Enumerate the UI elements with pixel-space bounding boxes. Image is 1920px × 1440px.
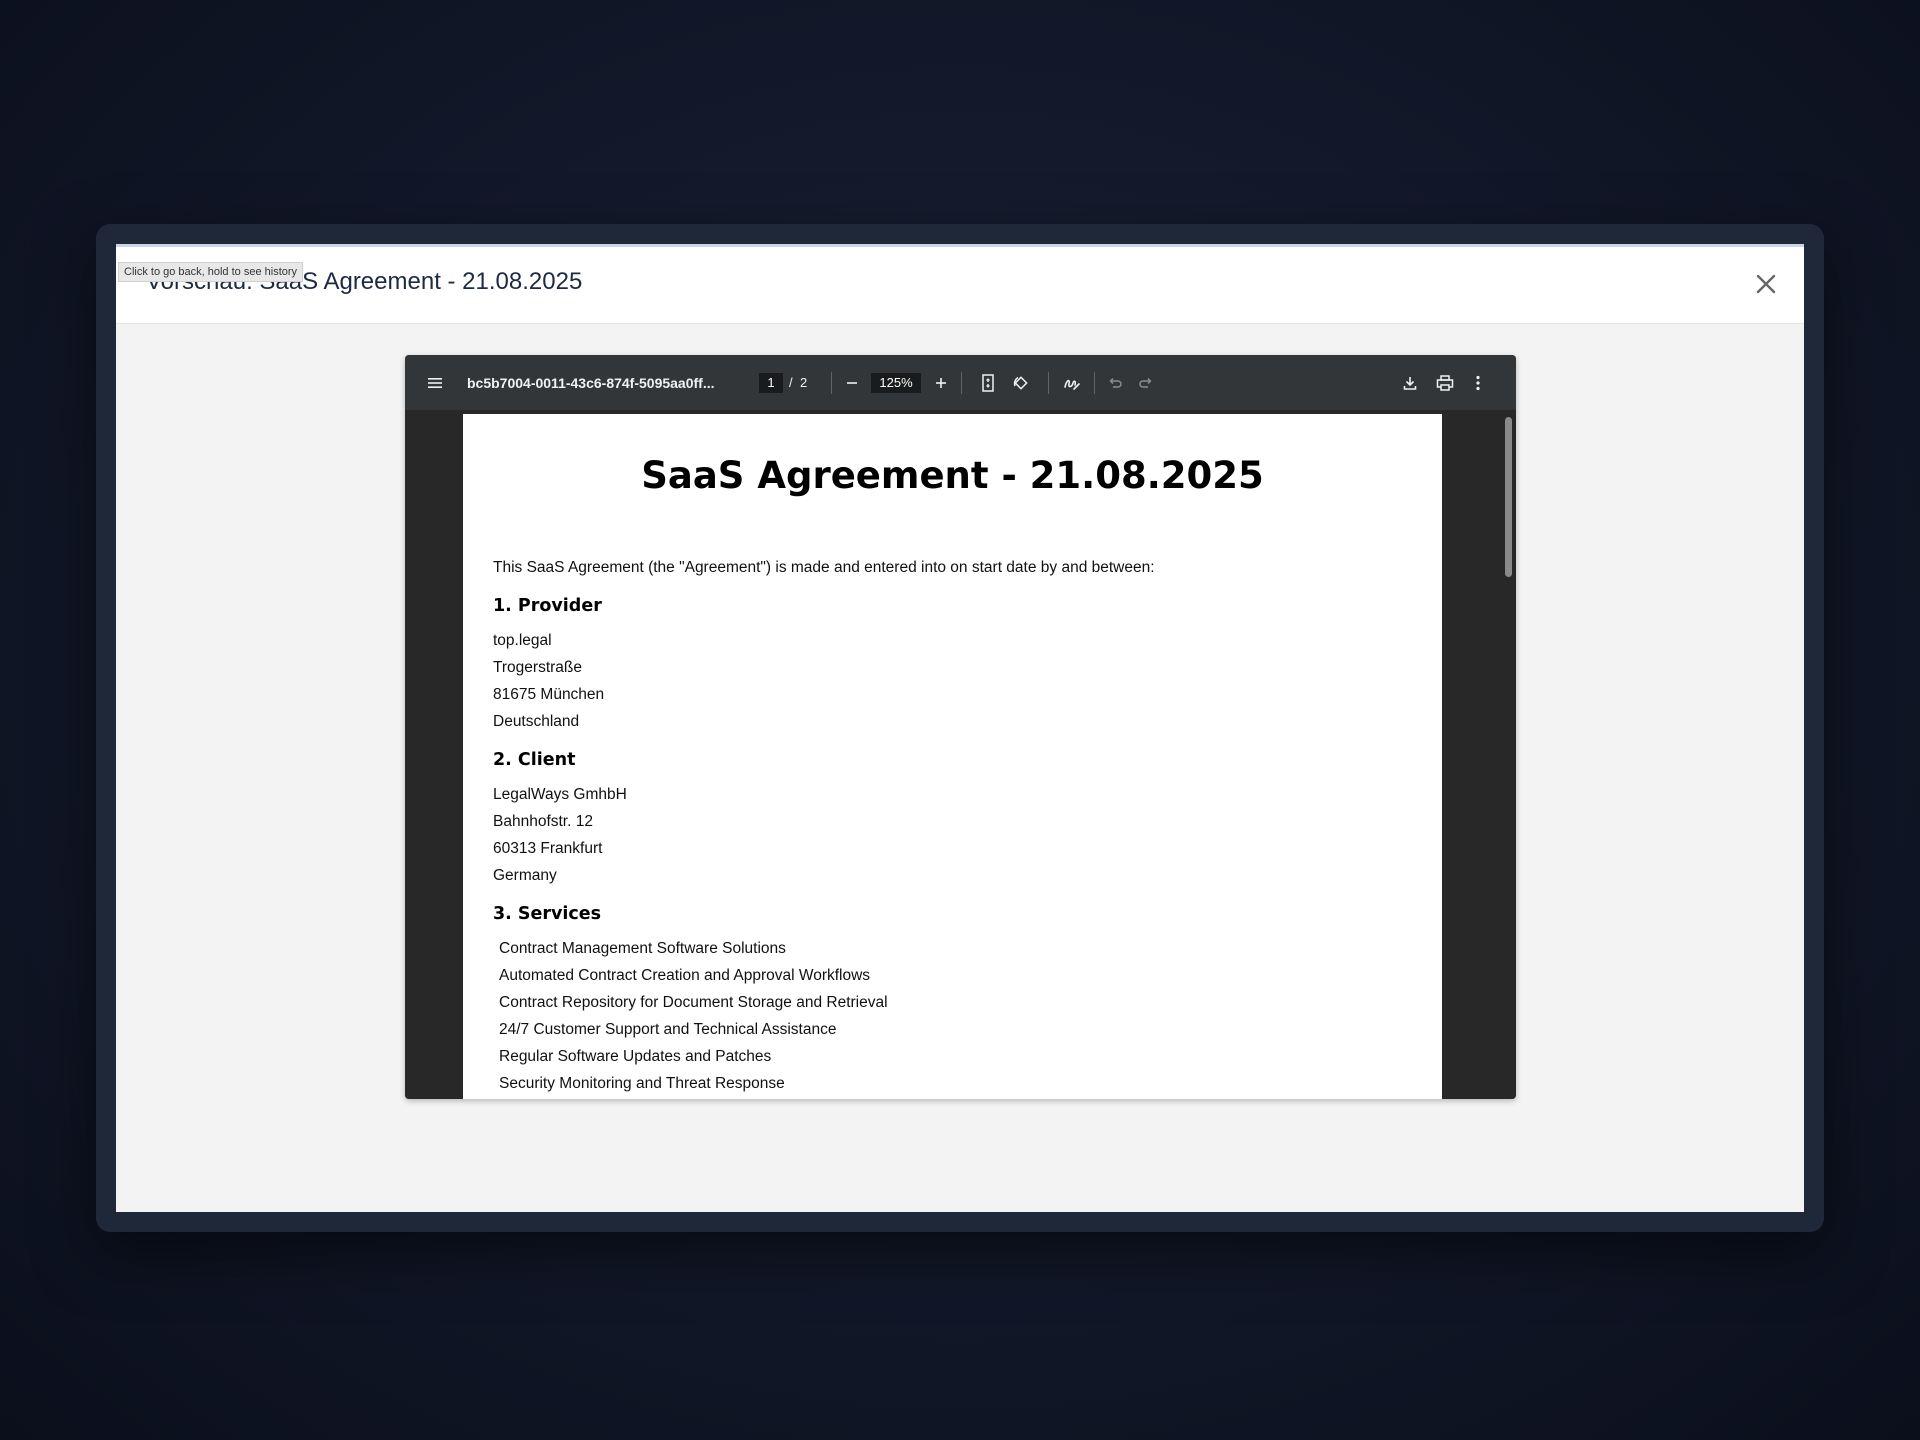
rotate-button[interactable] xyxy=(1012,355,1030,410)
rotate-icon xyxy=(1013,375,1028,390)
toolbar-divider xyxy=(831,372,832,394)
more-options-button[interactable] xyxy=(1476,355,1480,410)
page-number-input[interactable]: 1 xyxy=(759,372,783,393)
service-item: Contract Repository for Document Storage… xyxy=(499,994,888,1011)
modal-header: Vorschau: SaaS Agreement - 21.08.2025 Cl… xyxy=(116,244,1804,324)
client-line: 60313 Frankfurt xyxy=(493,840,603,857)
toolbar-divider xyxy=(1048,372,1049,394)
zoom-level-input[interactable]: 125% xyxy=(871,372,921,393)
provider-line: top.legal xyxy=(493,632,552,649)
undo-icon xyxy=(1109,377,1122,388)
client-line: Bahnhofstr. 12 xyxy=(493,813,593,830)
service-item: Security Monitoring and Threat Response xyxy=(499,1075,785,1092)
redo-icon xyxy=(1139,377,1152,388)
total-pages: 2 xyxy=(800,375,808,390)
service-item: Automated Contract Creation and Approval… xyxy=(499,967,871,984)
zoom-in-button[interactable] xyxy=(934,355,948,410)
menu-button[interactable] xyxy=(427,355,443,410)
pdf-toolbar: bc5b7004-0011-43c6-874f-5095aa0ff... 1 /… xyxy=(405,355,1516,410)
modal-top-border xyxy=(116,244,1804,247)
redo-button[interactable] xyxy=(1139,355,1153,410)
pdf-document-area[interactable]: SaaS Agreement - 21.08.2025 This SaaS Ag… xyxy=(405,410,1516,1099)
fit-page-button[interactable] xyxy=(981,355,995,410)
provider-line: Deutschland xyxy=(493,713,580,730)
plus-icon xyxy=(936,377,946,388)
service-item: Regular Software Updates and Patches xyxy=(499,1048,772,1065)
draw-icon xyxy=(1064,379,1080,390)
close-icon xyxy=(1756,274,1776,294)
provider-line: Trogerstraße xyxy=(493,659,583,676)
print-button[interactable] xyxy=(1436,355,1454,410)
intro-paragraph: This SaaS Agreement (the "Agreement") is… xyxy=(493,559,1155,576)
minus-icon xyxy=(847,381,857,384)
service-item: 24/7 Customer Support and Technical Assi… xyxy=(499,1021,837,1038)
provider-line: 81675 München xyxy=(493,686,605,703)
annotate-button[interactable] xyxy=(1063,355,1081,410)
zoom-out-button[interactable] xyxy=(845,355,859,410)
document-title: SaaS Agreement - 21.08.2025 xyxy=(641,454,1264,497)
services-heading: 3. Services xyxy=(493,904,602,924)
client-line: LegalWays GmhbH xyxy=(493,786,627,803)
download-icon xyxy=(1403,376,1417,390)
back-button-tooltip: Click to go back, hold to see history xyxy=(118,262,304,282)
more-vert-icon xyxy=(1476,375,1480,390)
pdf-page: SaaS Agreement - 21.08.2025 This SaaS Ag… xyxy=(463,414,1442,1099)
download-button[interactable] xyxy=(1402,355,1418,410)
print-icon xyxy=(1436,374,1454,391)
toolbar-divider xyxy=(1094,372,1095,394)
fit-page-icon xyxy=(982,373,994,392)
close-button[interactable] xyxy=(1752,270,1780,298)
preview-modal: Vorschau: SaaS Agreement - 21.08.2025 Cl… xyxy=(116,244,1804,1212)
pdf-scrollbar-thumb[interactable] xyxy=(1505,417,1512,577)
undo-button[interactable] xyxy=(1108,355,1122,410)
provider-heading: 1. Provider xyxy=(493,596,602,616)
toolbar-divider xyxy=(961,372,962,394)
menu-icon xyxy=(428,377,442,388)
pdf-filename: bc5b7004-0011-43c6-874f-5095aa0ff... xyxy=(467,374,715,391)
pdf-viewer: bc5b7004-0011-43c6-874f-5095aa0ff... 1 /… xyxy=(405,355,1516,1099)
page-separator: / xyxy=(789,375,793,390)
client-line: Germany xyxy=(493,867,557,884)
client-heading: 2. Client xyxy=(493,750,576,770)
service-item: Contract Management Software Solutions xyxy=(499,940,786,957)
